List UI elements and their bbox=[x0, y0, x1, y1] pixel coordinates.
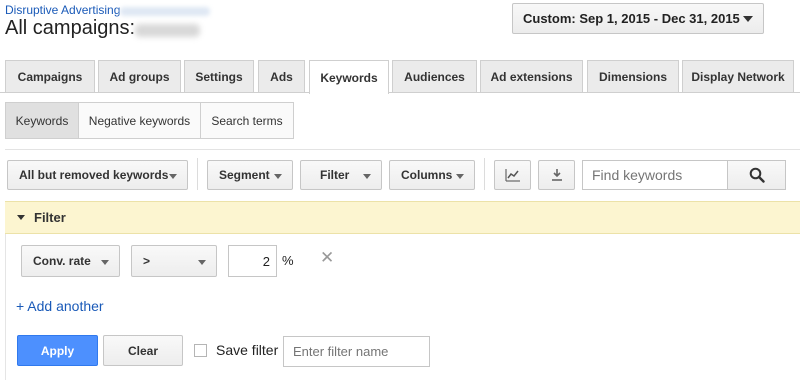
add-another-link[interactable]: + Add another bbox=[16, 298, 104, 314]
tab-ad-extensions[interactable]: Ad extensions bbox=[480, 60, 583, 92]
filter-panel-header[interactable]: Filter bbox=[5, 201, 800, 234]
download-icon bbox=[551, 169, 562, 181]
filter-heading: Filter bbox=[34, 210, 66, 225]
subtab-search-terms[interactable]: Search terms bbox=[200, 102, 294, 139]
filter-label: Filter bbox=[320, 168, 350, 182]
tab-campaigns[interactable]: Campaigns bbox=[5, 60, 95, 92]
remove-condition-icon[interactable]: ✕ bbox=[320, 248, 334, 268]
subtab-keywords[interactable]: Keywords bbox=[5, 102, 79, 139]
view-filter-label: All but removed keywords bbox=[19, 168, 169, 182]
chevron-down-icon bbox=[456, 174, 464, 179]
collapse-triangle-icon bbox=[17, 215, 25, 220]
tab-display-network[interactable]: Display Network bbox=[682, 60, 794, 92]
tab-settings[interactable]: Settings bbox=[184, 60, 254, 92]
toolbar-separator bbox=[197, 158, 198, 190]
line-chart-icon bbox=[504, 169, 520, 182]
save-filter-checkbox[interactable] bbox=[194, 344, 207, 357]
tab-audiences[interactable]: Audiences bbox=[392, 60, 477, 92]
filter-value-input[interactable]: 2 bbox=[228, 245, 277, 277]
chevron-down-icon bbox=[363, 174, 371, 179]
apply-button[interactable]: Apply bbox=[17, 335, 98, 366]
tabs-divider bbox=[0, 92, 800, 93]
chevron-down-icon bbox=[743, 16, 753, 22]
chart-toggle-button[interactable] bbox=[494, 160, 531, 190]
operator-dropdown[interactable]: > bbox=[131, 245, 217, 277]
find-keywords-input[interactable] bbox=[582, 160, 728, 190]
redacted-account-label bbox=[135, 24, 200, 37]
tab-dimensions[interactable]: Dimensions bbox=[587, 60, 679, 92]
view-filter-dropdown[interactable]: All but removed keywords bbox=[7, 160, 188, 190]
redacted-account-id bbox=[120, 7, 210, 16]
operator-label: > bbox=[143, 254, 151, 268]
columns-label: Columns bbox=[401, 168, 453, 182]
clear-button[interactable]: Clear bbox=[103, 335, 183, 366]
save-filter-label: Save filter bbox=[216, 342, 279, 358]
columns-dropdown[interactable]: Columns bbox=[389, 160, 475, 190]
date-range-label: Custom: Sep 1, 2015 - Dec 31, 2015 bbox=[523, 11, 740, 26]
search-button[interactable] bbox=[727, 160, 786, 190]
download-button[interactable] bbox=[538, 160, 575, 190]
magnifier-icon bbox=[749, 167, 765, 183]
metric-label: Conv. rate bbox=[33, 254, 91, 268]
toolbar-separator bbox=[484, 158, 485, 190]
page-title: All campaigns: bbox=[5, 17, 136, 39]
date-range-selector[interactable]: Custom: Sep 1, 2015 - Dec 31, 2015 bbox=[512, 3, 764, 34]
segment-label: Segment bbox=[219, 168, 270, 182]
percent-unit: % bbox=[282, 253, 294, 268]
account-name[interactable]: Disruptive Advertising bbox=[5, 3, 120, 17]
chevron-down-icon bbox=[198, 260, 206, 265]
tab-ads[interactable]: Ads bbox=[258, 60, 305, 92]
tab-ad-groups[interactable]: Ad groups bbox=[98, 60, 181, 92]
filter-dropdown[interactable]: Filter bbox=[300, 160, 382, 190]
chevron-down-icon bbox=[169, 174, 177, 179]
chevron-down-icon bbox=[101, 260, 109, 265]
chevron-down-icon bbox=[274, 174, 282, 179]
subtab-negative-keywords[interactable]: Negative keywords bbox=[78, 102, 201, 139]
metric-dropdown[interactable]: Conv. rate bbox=[21, 245, 120, 277]
segment-dropdown[interactable]: Segment bbox=[207, 160, 293, 190]
tab-keywords[interactable]: Keywords bbox=[309, 60, 389, 94]
filter-name-input[interactable] bbox=[283, 336, 430, 367]
toolbar-divider bbox=[5, 149, 800, 150]
